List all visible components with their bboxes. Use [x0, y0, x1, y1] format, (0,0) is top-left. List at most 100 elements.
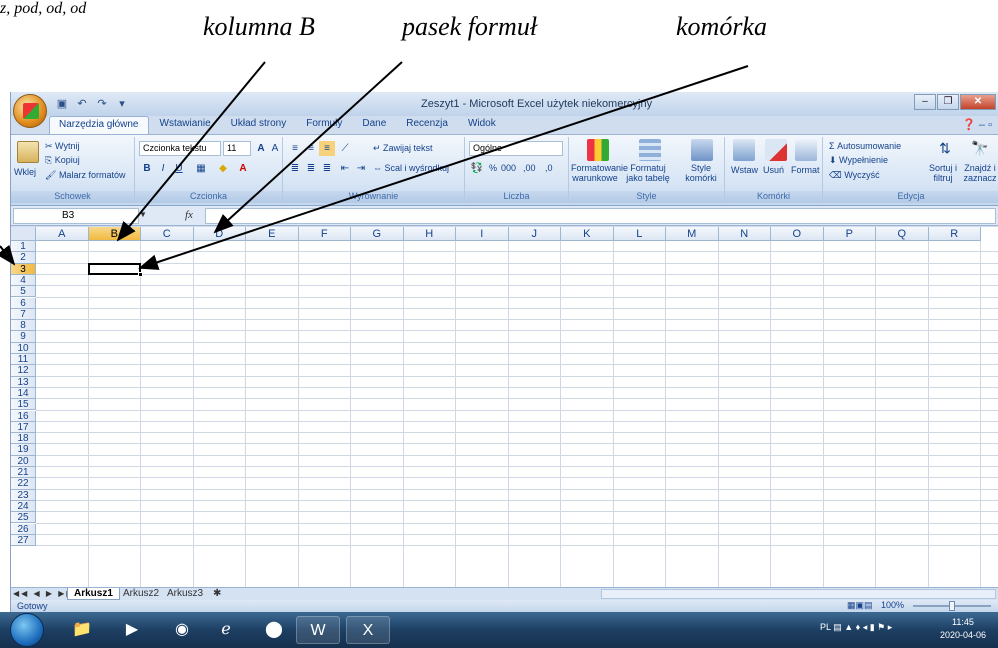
tab-view[interactable]: Widok [459, 116, 505, 134]
view-buttons-icon[interactable]: ▦▣▤ [847, 600, 873, 611]
column-header-n[interactable]: N [718, 227, 771, 241]
undo-icon[interactable]: ↶ [75, 97, 89, 111]
paste-icon[interactable] [17, 141, 39, 163]
merge-center-button[interactable]: ⇔ Scal i wyśrodkuj [373, 163, 449, 173]
delete-button[interactable]: Usuń [763, 165, 784, 175]
row-header-5[interactable]: 5 [11, 286, 36, 298]
format-painter-button[interactable]: 🖌 Malarz formatów [45, 170, 125, 181]
row-header-10[interactable]: 10 [11, 342, 36, 354]
row-header-9[interactable]: 9 [11, 331, 36, 343]
formula-input[interactable] [205, 208, 996, 224]
increase-indent-icon[interactable]: ⇥ [353, 161, 369, 176]
row-header-14[interactable]: 14 [11, 387, 36, 400]
sheet-tab-arkusz2[interactable]: Arkusz2 [117, 588, 165, 600]
redo-icon[interactable]: ↷ [95, 97, 109, 111]
column-header-d[interactable]: D [193, 227, 246, 241]
fill-button[interactable]: ⬇ Wypełnienie [829, 155, 888, 166]
orientation-icon[interactable]: ⟋ [337, 141, 353, 156]
format-as-table-button[interactable]: Formatuj jako tabelę [623, 163, 673, 183]
column-header-g[interactable]: G [351, 227, 404, 241]
decrease-decimal-button[interactable]: ,0 [545, 163, 553, 173]
delete-cells-icon[interactable] [765, 139, 787, 161]
column-header-k[interactable]: K [561, 227, 614, 241]
selected-cell[interactable] [87, 262, 141, 275]
row-header-2[interactable]: 2 [11, 252, 36, 264]
bold-icon[interactable]: B [139, 161, 155, 176]
insert-cells-icon[interactable] [733, 139, 755, 161]
qat-dropdown-icon[interactable]: ▾ [115, 97, 129, 111]
cell-styles-icon[interactable] [691, 139, 713, 161]
row-header-23[interactable]: 23 [11, 489, 36, 501]
column-header-a[interactable]: A [36, 227, 89, 241]
shrink-font-icon[interactable]: A [267, 141, 283, 156]
internet-explorer-icon[interactable]: ℯ [204, 616, 248, 644]
align-left-icon[interactable]: ≣ [287, 161, 303, 176]
row-header-18[interactable]: 18 [11, 433, 36, 445]
select-all-corner[interactable] [11, 227, 36, 241]
minimize-button[interactable]: – [914, 94, 936, 110]
sort-filter-button[interactable]: Sortuj i filtruj [923, 163, 963, 183]
row-header-7[interactable]: 7 [11, 308, 36, 321]
font-size-select[interactable]: 11 [223, 141, 251, 156]
autosum-button[interactable]: Σ Autosumowanie [829, 141, 901, 151]
row-header-16[interactable]: 16 [11, 410, 36, 422]
word-icon[interactable]: W [296, 616, 340, 644]
zoom-knob[interactable] [949, 601, 955, 611]
align-right-icon[interactable]: ≣ [319, 161, 335, 176]
save-icon[interactable]: ▣ [55, 97, 69, 111]
row-header-25[interactable]: 25 [11, 512, 36, 524]
font-name-select[interactable]: Czcionka tekstu [139, 141, 221, 156]
column-header-l[interactable]: L [613, 227, 666, 241]
italic-icon[interactable]: I [155, 161, 171, 176]
zoom-level[interactable]: 100% [881, 600, 904, 610]
column-header-o[interactable]: O [771, 227, 824, 241]
name-box[interactable]: B3 [13, 208, 139, 224]
language-indicator[interactable]: PL [820, 622, 831, 632]
media-player-icon[interactable]: ▶ [110, 616, 154, 644]
paste-button[interactable]: Wklej [14, 167, 36, 177]
tab-formulas[interactable]: Formuły [297, 116, 351, 134]
column-header-m[interactable]: M [666, 227, 719, 241]
row-header-26[interactable]: 26 [11, 523, 36, 535]
column-header-r[interactable]: R [928, 227, 981, 241]
format-as-table-icon[interactable] [639, 139, 661, 161]
border-icon[interactable]: ▦ [193, 161, 209, 176]
tab-insert[interactable]: Wstawianie [151, 116, 220, 134]
column-header-i[interactable]: I [456, 227, 509, 241]
row-header-27[interactable]: 27 [11, 534, 36, 547]
insert-function-button[interactable]: fx [185, 209, 193, 221]
insert-button[interactable]: Wstaw [731, 165, 758, 175]
row-header-15[interactable]: 15 [11, 399, 36, 411]
cell-styles-button[interactable]: Style komórki [677, 163, 725, 183]
percent-button[interactable]: % [489, 163, 497, 173]
conditional-format-icon[interactable] [587, 139, 609, 161]
row-header-1[interactable]: 1 [11, 241, 36, 253]
horizontal-scrollbar[interactable] [601, 589, 996, 599]
row-header-21[interactable]: 21 [11, 467, 36, 479]
column-header-j[interactable]: J [508, 227, 561, 241]
spreadsheet-grid[interactable]: A B C D E F G H I J K L M N O P Q R 1 2 3 4 5 6 7 8 9 10 11 12 13 14 15 1… [11, 227, 998, 587]
help-icon[interactable]: ❓ – ▫ [962, 118, 992, 131]
row-header-6[interactable]: 6 [11, 297, 36, 309]
row-header-12[interactable]: 12 [11, 365, 36, 377]
decrease-indent-icon[interactable]: ⇤ [337, 161, 353, 176]
tray-icons[interactable]: ▤ ▲ ♦ ◂ ▮ ⚑ ▸ [833, 622, 892, 632]
clock[interactable]: 11:45 2020-04-06 [940, 616, 986, 642]
currency-icon[interactable]: 💱 [469, 161, 485, 176]
row-header-22[interactable]: 22 [11, 478, 36, 490]
thousands-button[interactable]: 000 [501, 163, 516, 173]
column-header-b[interactable]: B [88, 227, 141, 241]
increase-decimal-button[interactable]: ,00 [523, 163, 536, 173]
row-header-17[interactable]: 17 [11, 421, 36, 434]
tab-data[interactable]: Dane [353, 116, 395, 134]
format-cells-icon[interactable] [795, 139, 817, 161]
maximize-button[interactable]: ❐ [937, 94, 959, 110]
chrome-icon[interactable]: ⬤ [252, 616, 296, 644]
align-middle-icon[interactable]: ≡ [303, 141, 319, 156]
clear-button[interactable]: ⌫ Wyczyść [829, 170, 880, 181]
row-header-4[interactable]: 4 [11, 274, 36, 287]
wrap-text-button[interactable]: ↵ Zawijaj tekst [373, 143, 433, 154]
underline-icon[interactable]: U [171, 161, 187, 176]
start-button[interactable] [10, 613, 44, 647]
tab-home[interactable]: Narzędzia główne [49, 116, 149, 134]
